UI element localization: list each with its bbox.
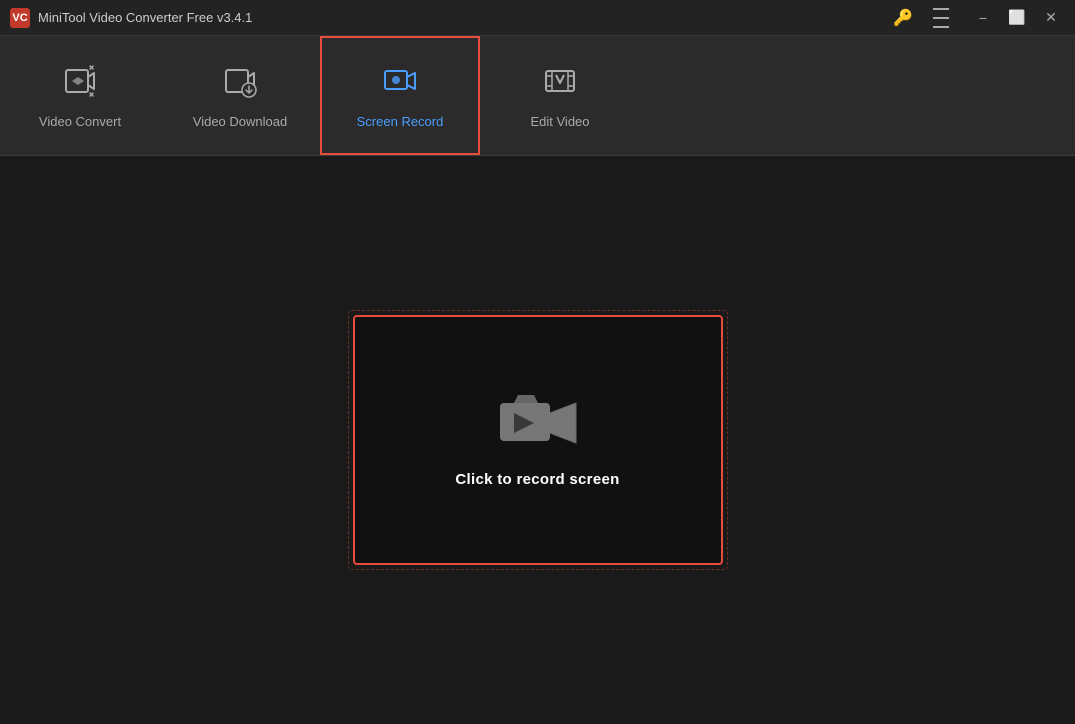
hamburger-menu[interactable] [927, 4, 955, 32]
app-logo: VC [10, 8, 30, 28]
record-label: Click to record screen [455, 471, 619, 488]
close-button[interactable]: ✕ [1037, 4, 1065, 32]
nav-label-video-convert: Video Convert [39, 114, 121, 129]
app-title: MiniTool Video Converter Free v3.4.1 [38, 10, 252, 25]
nav-label-edit-video: Edit Video [530, 114, 589, 129]
nav-label-video-download: Video Download [193, 114, 287, 129]
nav-item-screen-record[interactable]: Screen Record [320, 36, 480, 155]
title-left: VC MiniTool Video Converter Free v3.4.1 [10, 8, 252, 28]
screen-record-icon [382, 63, 418, 104]
window-controls: − ⬜ ✕ [969, 4, 1065, 32]
main-content: Click to record screen [0, 156, 1075, 724]
camera-icon-wrap [498, 393, 578, 453]
title-bar: VC MiniTool Video Converter Free v3.4.1 … [0, 0, 1075, 36]
nav-bar: Video Convert Video Download Screen Reco… [0, 36, 1075, 156]
restore-button[interactable]: ⬜ [1003, 4, 1031, 32]
edit-video-icon [542, 63, 578, 104]
minimize-button[interactable]: − [969, 4, 997, 32]
hamburger-line-1 [933, 8, 949, 10]
hamburger-line-2 [933, 17, 949, 19]
video-download-icon [222, 63, 258, 104]
record-box[interactable]: Click to record screen [353, 315, 723, 565]
video-convert-icon [62, 63, 98, 104]
key-icon[interactable]: 🔑 [893, 8, 913, 28]
hamburger-line-3 [933, 26, 949, 28]
nav-item-edit-video[interactable]: Edit Video [480, 36, 640, 155]
nav-label-screen-record: Screen Record [357, 114, 444, 129]
nav-item-video-download[interactable]: Video Download [160, 36, 320, 155]
camera-record-icon [498, 393, 578, 453]
key-icon-area: 🔑 − ⬜ ✕ [893, 4, 1065, 32]
nav-item-video-convert[interactable]: Video Convert [0, 36, 160, 155]
